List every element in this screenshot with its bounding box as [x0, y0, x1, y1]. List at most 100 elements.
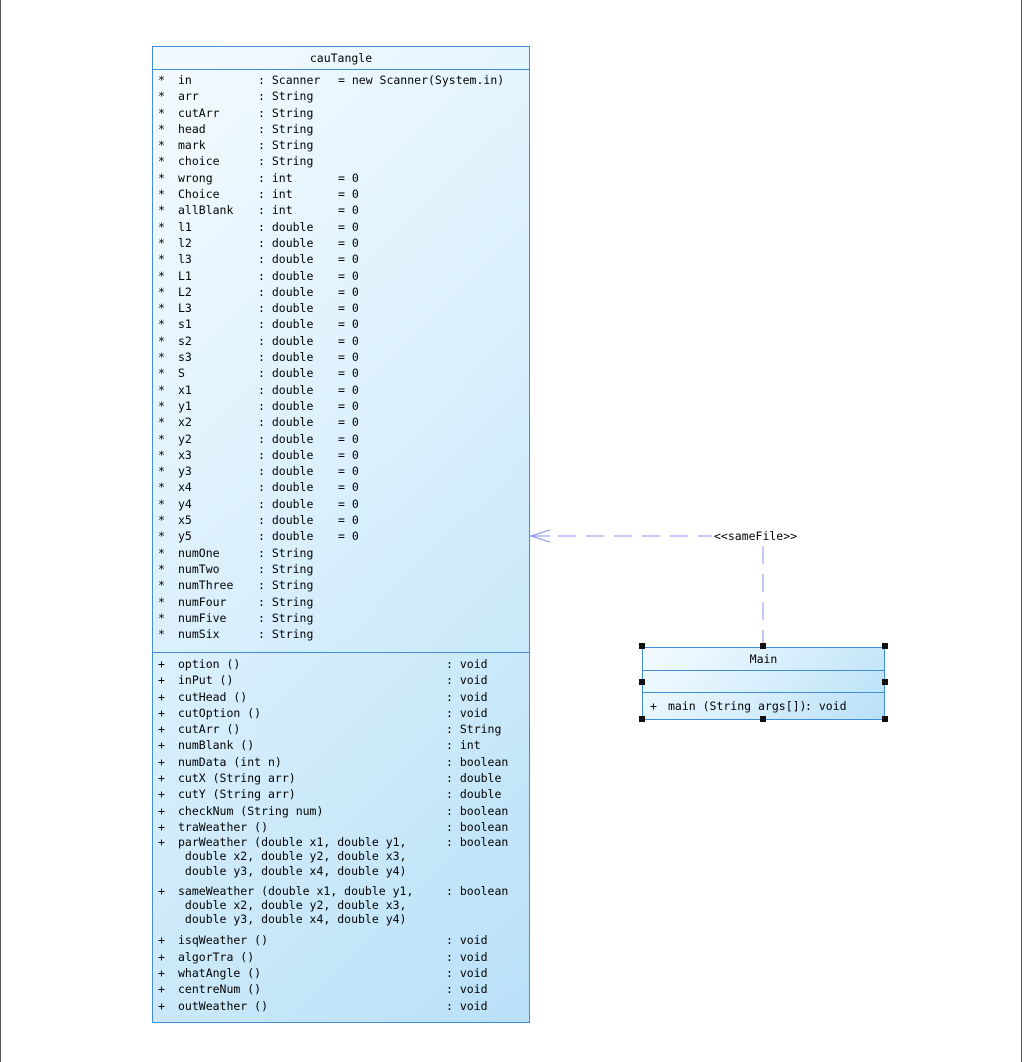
operation-row: + outWeather (): void	[153, 998, 529, 1014]
operation-signature: isqWeather ()	[178, 933, 269, 948]
attribute-visibility: *	[158, 415, 165, 430]
attribute-visibility: *	[158, 513, 165, 528]
attribute-visibility: *	[158, 138, 165, 153]
operation-signature: cutHead ()	[178, 689, 248, 704]
resize-handle-mr[interactable]	[882, 679, 888, 685]
attribute-type: : double	[258, 382, 314, 397]
attribute-type: : Scanner	[258, 73, 321, 87]
attribute-row: * s1: double = 0	[153, 316, 529, 332]
attribute-visibility: *	[158, 480, 165, 495]
class-main[interactable]: Main + main (String args[]) : void	[642, 647, 885, 720]
attribute-visibility: *	[158, 154, 165, 169]
attribute-row: * s2: double = 0	[153, 333, 529, 349]
resize-handle-tr[interactable]	[882, 643, 888, 649]
operation-row: + cutY (String arr): double	[153, 786, 529, 802]
class-cautangle[interactable]: cauTangle * in: Scanner = new Scanner(Syst…	[152, 46, 530, 1023]
attribute-visibility: *	[158, 219, 165, 234]
operation-row: + option (): void	[153, 656, 529, 672]
attribute-visibility: *	[158, 382, 165, 397]
attribute-row: * head: String	[153, 121, 529, 137]
attribute-row: * numOne: String	[153, 545, 529, 561]
attribute-name: numSix	[178, 627, 220, 642]
operation-return: : void	[446, 705, 488, 720]
attribute-row: * numFour: String	[153, 594, 529, 610]
attribute-name: l1	[178, 219, 192, 234]
operation-signature: cutX (String arr)	[178, 771, 296, 786]
attribute-type: : double	[258, 529, 314, 544]
resize-handle-tl[interactable]	[639, 643, 645, 649]
attribute-type: : String	[258, 121, 314, 136]
operation-visibility: +	[158, 771, 165, 786]
operation-visibility: +	[158, 754, 165, 769]
attribute-type: : int	[258, 170, 293, 185]
attribute-type: : String	[258, 610, 314, 625]
attribute-name: numThree	[178, 578, 234, 593]
operation-return: : void	[446, 966, 488, 981]
attribute-row: * y2: double = 0	[153, 431, 529, 447]
operation-signature: cutY (String arr)	[178, 787, 296, 802]
attribute-initial-value: = 0	[338, 317, 359, 332]
attribute-visibility: *	[158, 431, 165, 446]
dependency-arrowhead	[530, 529, 551, 543]
attributes-compartment	[643, 671, 884, 693]
attribute-name: y4	[178, 496, 192, 511]
operation-return: : boolean	[446, 754, 509, 769]
operation-visibility: +	[158, 949, 165, 964]
operation-visibility: +	[650, 699, 657, 713]
attribute-type: : double	[258, 333, 314, 348]
operation-row: + cutOption (): void	[153, 705, 529, 721]
operation-return: : void	[446, 998, 488, 1013]
attribute-visibility: *	[158, 447, 165, 462]
attribute-name: Choice	[178, 187, 220, 202]
operation-row: + isqWeather (): void	[153, 932, 529, 948]
attribute-type: : double	[258, 496, 314, 511]
attribute-type: : double	[258, 284, 314, 299]
attribute-name: s2	[178, 333, 192, 348]
attribute-type: : double	[258, 513, 314, 528]
attribute-type: : String	[258, 578, 314, 593]
attribute-row: * numThree : String	[153, 577, 529, 593]
resize-handle-bm[interactable]	[760, 716, 766, 722]
attribute-visibility: *	[158, 496, 165, 511]
attribute-type: : String	[258, 627, 314, 642]
operation-visibility: +	[158, 705, 165, 720]
resize-handle-ml[interactable]	[639, 679, 645, 685]
attribute-type: : double	[258, 447, 314, 462]
operation-row: + parWeather (double x1, double y1, doubl…	[153, 835, 529, 884]
attribute-visibility: *	[158, 398, 165, 413]
attribute-name: head	[178, 121, 206, 136]
attribute-type: : double	[258, 235, 314, 250]
operation-signature: double y3, double x4, double y4)	[178, 912, 407, 927]
attribute-type: : String	[258, 154, 314, 169]
operation-return: : boolean	[446, 803, 509, 818]
operation-return: : int	[446, 738, 481, 753]
resize-handle-tm[interactable]	[760, 643, 766, 649]
attribute-visibility: *	[158, 73, 165, 87]
attribute-visibility: *	[158, 170, 165, 185]
operation-signature: double y3, double x4, double y4)	[178, 863, 407, 878]
attribute-visibility: *	[158, 578, 165, 593]
resize-handle-bl[interactable]	[639, 716, 645, 722]
attribute-row: * l3: double = 0	[153, 251, 529, 267]
attribute-row: * x3: double = 0	[153, 447, 529, 463]
attribute-initial-value: = 0	[338, 529, 359, 544]
operation-visibility: +	[158, 883, 165, 898]
attribute-row: * choice: String	[153, 153, 529, 169]
attribute-initial-value: = 0	[338, 203, 359, 218]
attribute-name: mark	[178, 138, 206, 153]
attribute-name: l3	[178, 252, 192, 267]
operation-visibility: +	[158, 982, 165, 997]
attribute-visibility: *	[158, 366, 165, 381]
attribute-name: in	[178, 73, 192, 87]
attribute-initial-value: = 0	[338, 366, 359, 381]
operation-row: + cutX (String arr): double	[153, 770, 529, 786]
resize-handle-br[interactable]	[882, 716, 888, 722]
operation-row: + checkNum (String num): boolean	[153, 803, 529, 819]
operation-signature: option ()	[178, 657, 241, 671]
attribute-type: : double	[258, 219, 314, 234]
attribute-name: x3	[178, 447, 192, 462]
attribute-row: * L1: double = 0	[153, 268, 529, 284]
attribute-row: * arr: String	[153, 88, 529, 104]
operation-signature: outWeather ()	[178, 998, 269, 1013]
operation-row: + whatAngle (): void	[153, 965, 529, 981]
